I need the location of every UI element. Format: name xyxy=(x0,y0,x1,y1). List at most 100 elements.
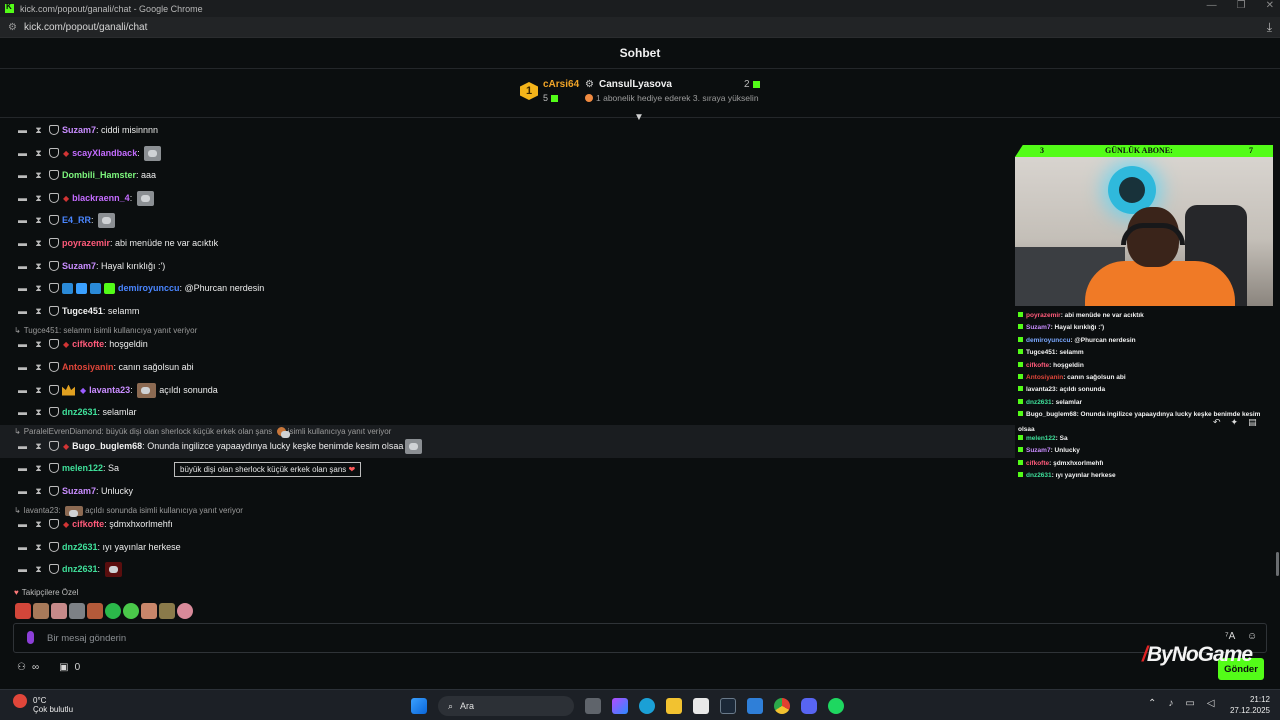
chat-scrollbar[interactable] xyxy=(1276,552,1279,576)
chat-message[interactable]: ▬ ⧗ dnz2631: xyxy=(17,561,122,577)
chat-username[interactable]: dnz2631 xyxy=(62,564,98,574)
chat-username[interactable]: cifkofte xyxy=(72,519,104,529)
timeout-icon[interactable]: ⧗ xyxy=(33,283,44,294)
moderator-menu-icon[interactable]: ▬ xyxy=(17,407,28,417)
store-icon[interactable] xyxy=(693,698,709,714)
top-gifter-name[interactable]: cArsi64 xyxy=(543,79,579,90)
expand-chevron-icon[interactable]: ▼ xyxy=(634,112,644,123)
minimize-icon[interactable]: — xyxy=(1207,0,1217,11)
url-text[interactable]: kick.com/popout/ganali/chat xyxy=(24,22,147,33)
volume-icon[interactable]: ◁ xyxy=(1207,698,1215,709)
timeout-icon[interactable]: ⧗ xyxy=(33,519,44,530)
moderator-menu-icon[interactable]: ▬ xyxy=(17,564,28,574)
moderator-menu-icon[interactable]: ▬ xyxy=(17,125,28,135)
site-info-icon[interactable]: ⚙ xyxy=(8,22,17,33)
moderator-menu-icon[interactable]: ▬ xyxy=(17,385,28,395)
chat-message[interactable]: ▬ ⧗ Tugce451: selamm xyxy=(17,303,139,319)
chat-username[interactable]: lavanta23 xyxy=(89,385,130,395)
copilot-icon[interactable] xyxy=(612,698,628,714)
chat-message[interactable]: ▬ ⧗ Antosiyanin: canın sağolsun abi xyxy=(17,359,194,375)
timeout-icon[interactable]: ⧗ xyxy=(33,238,44,249)
chat-message[interactable]: ▬ ⧗ ◆ cifkofte: şdmxhxorlmehfı xyxy=(17,516,173,532)
chat-username[interactable]: Tugce451 xyxy=(62,306,103,316)
chat-username[interactable]: Suzam7 xyxy=(62,125,96,135)
moderator-menu-icon[interactable]: ▬ xyxy=(17,283,28,293)
file-explorer-icon[interactable] xyxy=(666,698,682,714)
weather-widget[interactable]: 0°C Çok bulutlu xyxy=(13,694,73,714)
timeout-icon[interactable]: ⧗ xyxy=(33,542,44,553)
windows-start-icon[interactable] xyxy=(411,698,427,714)
message-input[interactable] xyxy=(47,630,1147,646)
chat-message[interactable]: ▬ ⧗ Suzam7: Unlucky xyxy=(17,483,133,499)
reply-icon[interactable]: ↶ xyxy=(1213,417,1221,428)
emote-button[interactable] xyxy=(141,603,157,619)
timeout-icon[interactable]: ⧗ xyxy=(33,193,44,204)
download-icon[interactable]: ⤓ xyxy=(1267,20,1272,35)
moderator-menu-icon[interactable]: ▬ xyxy=(17,148,28,158)
emote-button[interactable] xyxy=(105,603,121,619)
delete-icon[interactable]: ▤ xyxy=(1248,417,1257,428)
microphone-icon[interactable]: ♪ xyxy=(1168,698,1173,709)
task-view-icon[interactable] xyxy=(585,698,601,714)
emote-button[interactable] xyxy=(69,603,85,619)
emote-button[interactable] xyxy=(159,603,175,619)
chat-message[interactable]: ▬ ⧗ ◆ Bugo_buglem68: Onunda ingilizce yapaa… xyxy=(17,438,423,454)
steam-icon[interactable] xyxy=(720,698,736,714)
timeout-icon[interactable]: ⧗ xyxy=(33,339,44,350)
moderator-menu-icon[interactable]: ▬ xyxy=(17,193,28,203)
emote-button[interactable] xyxy=(177,603,193,619)
network-icon[interactable]: ▭ xyxy=(1185,698,1194,709)
app-icon[interactable] xyxy=(747,698,763,714)
chat-message[interactable]: ▬ ⧗ demiroyunccu: @Phurcan nerdesin xyxy=(17,280,264,296)
moderator-menu-icon[interactable]: ▬ xyxy=(17,261,28,271)
chat-username[interactable]: scayXlandback xyxy=(72,148,137,158)
emote-button[interactable] xyxy=(51,603,67,619)
emote-button[interactable] xyxy=(123,603,139,619)
chat-username[interactable]: Bugo_buglem68 xyxy=(72,441,142,451)
chat-message[interactable]: ▬ ⧗ ◆ cifkofte: hoşgeldin xyxy=(17,336,148,352)
chat-username[interactable]: blackraenn_4 xyxy=(72,193,130,203)
moderator-menu-icon[interactable]: ▬ xyxy=(17,463,28,473)
moderator-menu-icon[interactable]: ▬ xyxy=(17,486,28,496)
chat-username[interactable]: Antosiyanin xyxy=(62,362,114,372)
timeout-icon[interactable]: ⧗ xyxy=(33,486,44,497)
chat-username[interactable]: dnz2631 xyxy=(62,407,98,417)
gift-box-icon[interactable]: ▣ xyxy=(59,662,68,673)
moderator-menu-icon[interactable]: ▬ xyxy=(17,215,28,225)
moderator-menu-icon[interactable]: ▬ xyxy=(17,519,28,529)
emote-button[interactable] xyxy=(33,603,49,619)
timeout-icon[interactable]: ⧗ xyxy=(33,125,44,136)
moderator-menu-icon[interactable]: ▬ xyxy=(17,238,28,248)
chat-username[interactable]: Suzam7 xyxy=(62,261,96,271)
timeout-icon[interactable]: ⧗ xyxy=(33,261,44,272)
chat-username[interactable]: poyrazemir xyxy=(62,238,110,248)
chat-message[interactable]: ▬ ⧗ Suzam7: Hayal kırıklığı :') xyxy=(17,258,165,274)
emote-button[interactable] xyxy=(15,603,31,619)
address-bar[interactable]: ⚙ kick.com/popout/ganali/chat ⤓ xyxy=(0,17,1280,38)
timeout-icon[interactable]: ⧗ xyxy=(33,385,44,396)
emoji-icon[interactable]: ☺ xyxy=(1247,631,1257,642)
message-input-box[interactable]: ⁷A ☺ xyxy=(13,623,1267,653)
chat-message[interactable]: ▬ ⧗ Dombili_Hamster: aaa xyxy=(17,167,156,183)
chat-message[interactable]: ▬ ⧗ ◆ blackraenn_4: xyxy=(17,190,154,206)
moderator-menu-icon[interactable]: ▬ xyxy=(17,170,28,180)
timeout-icon[interactable]: ⧗ xyxy=(33,215,44,226)
chat-message[interactable]: ▬ ⧗ E4_RR: xyxy=(17,212,116,228)
chat-username[interactable]: cifkofte xyxy=(72,339,104,349)
translate-icon[interactable]: ⁷A xyxy=(1225,631,1235,642)
chat-message[interactable]: ▬ ⧗ Suzam7: ciddi misinnnn xyxy=(17,122,158,138)
discord-icon[interactable] xyxy=(801,698,817,714)
chevron-up-icon[interactable]: ⌃ xyxy=(1148,698,1156,709)
timeout-icon[interactable]: ⧗ xyxy=(33,407,44,418)
target-user-name[interactable]: CansulLyasova xyxy=(599,79,672,90)
chat-message[interactable]: ▬ ⧗ ◆ lavanta23: açıldı sonunda xyxy=(17,382,218,398)
timeout-icon[interactable]: ⧗ xyxy=(33,463,44,474)
emote-button[interactable] xyxy=(87,603,103,619)
timeout-icon[interactable]: ⧗ xyxy=(33,362,44,373)
moderator-menu-icon[interactable]: ▬ xyxy=(17,306,28,316)
chat-username[interactable]: demiroyunccu xyxy=(118,283,180,293)
chat-username[interactable]: E4_RR xyxy=(62,215,91,225)
chat-username[interactable]: dnz2631 xyxy=(62,542,98,552)
chat-message[interactable]: ▬ ⧗ dnz2631: ıyı yayınlar herkese xyxy=(17,539,181,555)
taskbar-search[interactable]: ⌕ Ara xyxy=(438,696,574,716)
